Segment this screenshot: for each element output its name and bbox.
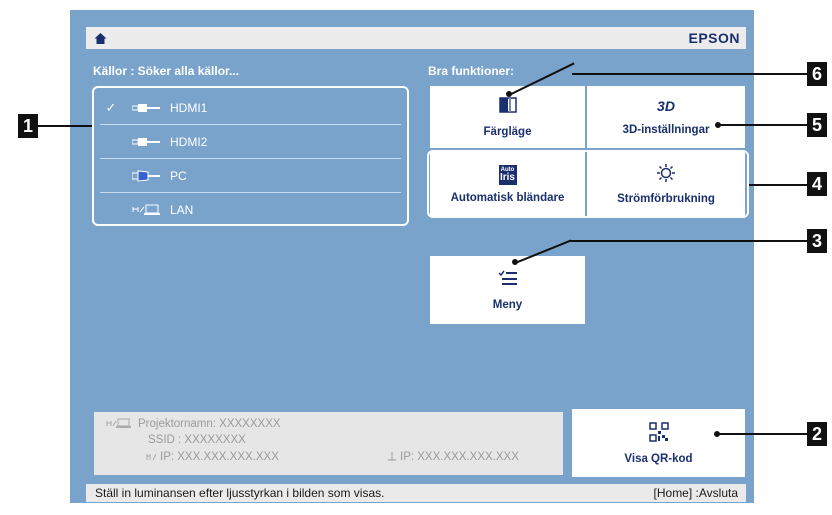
wired-ip: IP: XXX.XXX.XXX.XXX bbox=[400, 451, 519, 463]
exit-hint: [Home] :Avsluta bbox=[653, 486, 738, 500]
wired-lan-icon bbox=[386, 451, 398, 466]
highlight-frame bbox=[427, 150, 749, 218]
brand-logo: EPSON bbox=[688, 30, 740, 46]
status-hint: Ställ in luminansen efter ljusstyrkan i … bbox=[95, 486, 385, 500]
source-label: HDMI1 bbox=[170, 100, 208, 115]
projector-name: Projektornamn: XXXXXXXX bbox=[138, 418, 281, 430]
menu-button[interactable]: Meny bbox=[430, 256, 585, 324]
color-mode-label: Färgläge bbox=[483, 125, 532, 138]
menu-list-icon bbox=[497, 270, 518, 289]
home-icon[interactable] bbox=[94, 31, 108, 45]
callout-2: 2 bbox=[807, 422, 827, 446]
callout-line bbox=[572, 73, 807, 75]
network-info-panel: Projektornamn: XXXXXXXX SSID : XXXXXXXX … bbox=[94, 412, 563, 475]
callout-dot bbox=[506, 91, 512, 97]
qr-code-icon bbox=[648, 421, 669, 445]
show-qr-code-label: Visa QR-kod bbox=[624, 452, 693, 465]
status-bar: Ställ in luminansen efter ljusstyrkan i … bbox=[86, 484, 746, 502]
source-label: LAN bbox=[170, 202, 194, 217]
callout-line bbox=[570, 240, 807, 242]
selected-check-icon: ✓ bbox=[105, 99, 117, 115]
vga-connector-icon bbox=[130, 169, 164, 182]
wireless-lan-icon bbox=[146, 451, 158, 466]
callout-line bbox=[749, 184, 807, 186]
source-label: HDMI2 bbox=[170, 134, 208, 149]
wireless-network-icon bbox=[106, 418, 132, 433]
source-item-hdmi1[interactable]: ✓ HDMI1 bbox=[100, 91, 401, 125]
hdmi-icon bbox=[130, 137, 164, 147]
show-qr-code-button[interactable]: Visa QR-kod bbox=[572, 409, 745, 477]
title-bar: EPSON bbox=[86, 27, 746, 49]
source-item-lan[interactable]: LAN bbox=[100, 193, 401, 226]
callout-line bbox=[718, 124, 807, 126]
callout-1: 1 bbox=[18, 114, 38, 138]
source-item-pc[interactable]: PC bbox=[100, 159, 401, 193]
ssid: SSID : XXXXXXXX bbox=[148, 434, 246, 446]
hdmi-icon bbox=[130, 103, 164, 113]
color-mode-icon bbox=[498, 96, 517, 116]
sources-heading: Källor : Söker alla källor... bbox=[93, 64, 240, 78]
network-computer-icon bbox=[130, 204, 164, 216]
features-heading: Bra funktioner: bbox=[428, 64, 515, 78]
wireless-ip: IP: XXX.XXX.XXX.XXX bbox=[160, 451, 279, 463]
callout-line bbox=[38, 125, 92, 127]
callout-4: 4 bbox=[807, 172, 827, 196]
source-item-hdmi2[interactable]: HDMI2 bbox=[100, 125, 401, 159]
callout-6: 6 bbox=[807, 62, 827, 86]
3d-settings-label: 3D-inställningar bbox=[622, 124, 710, 136]
callout-5: 5 bbox=[807, 113, 827, 137]
callout-3: 3 bbox=[807, 229, 827, 253]
3d-icon: 3D bbox=[657, 98, 675, 114]
3d-settings-button[interactable]: 3D 3D-inställningar bbox=[587, 86, 745, 148]
source-list: ✓ HDMI1 HDMI2 PC LAN bbox=[92, 86, 409, 226]
callout-line bbox=[717, 433, 807, 435]
source-label: PC bbox=[170, 168, 187, 183]
menu-label: Meny bbox=[492, 298, 523, 311]
